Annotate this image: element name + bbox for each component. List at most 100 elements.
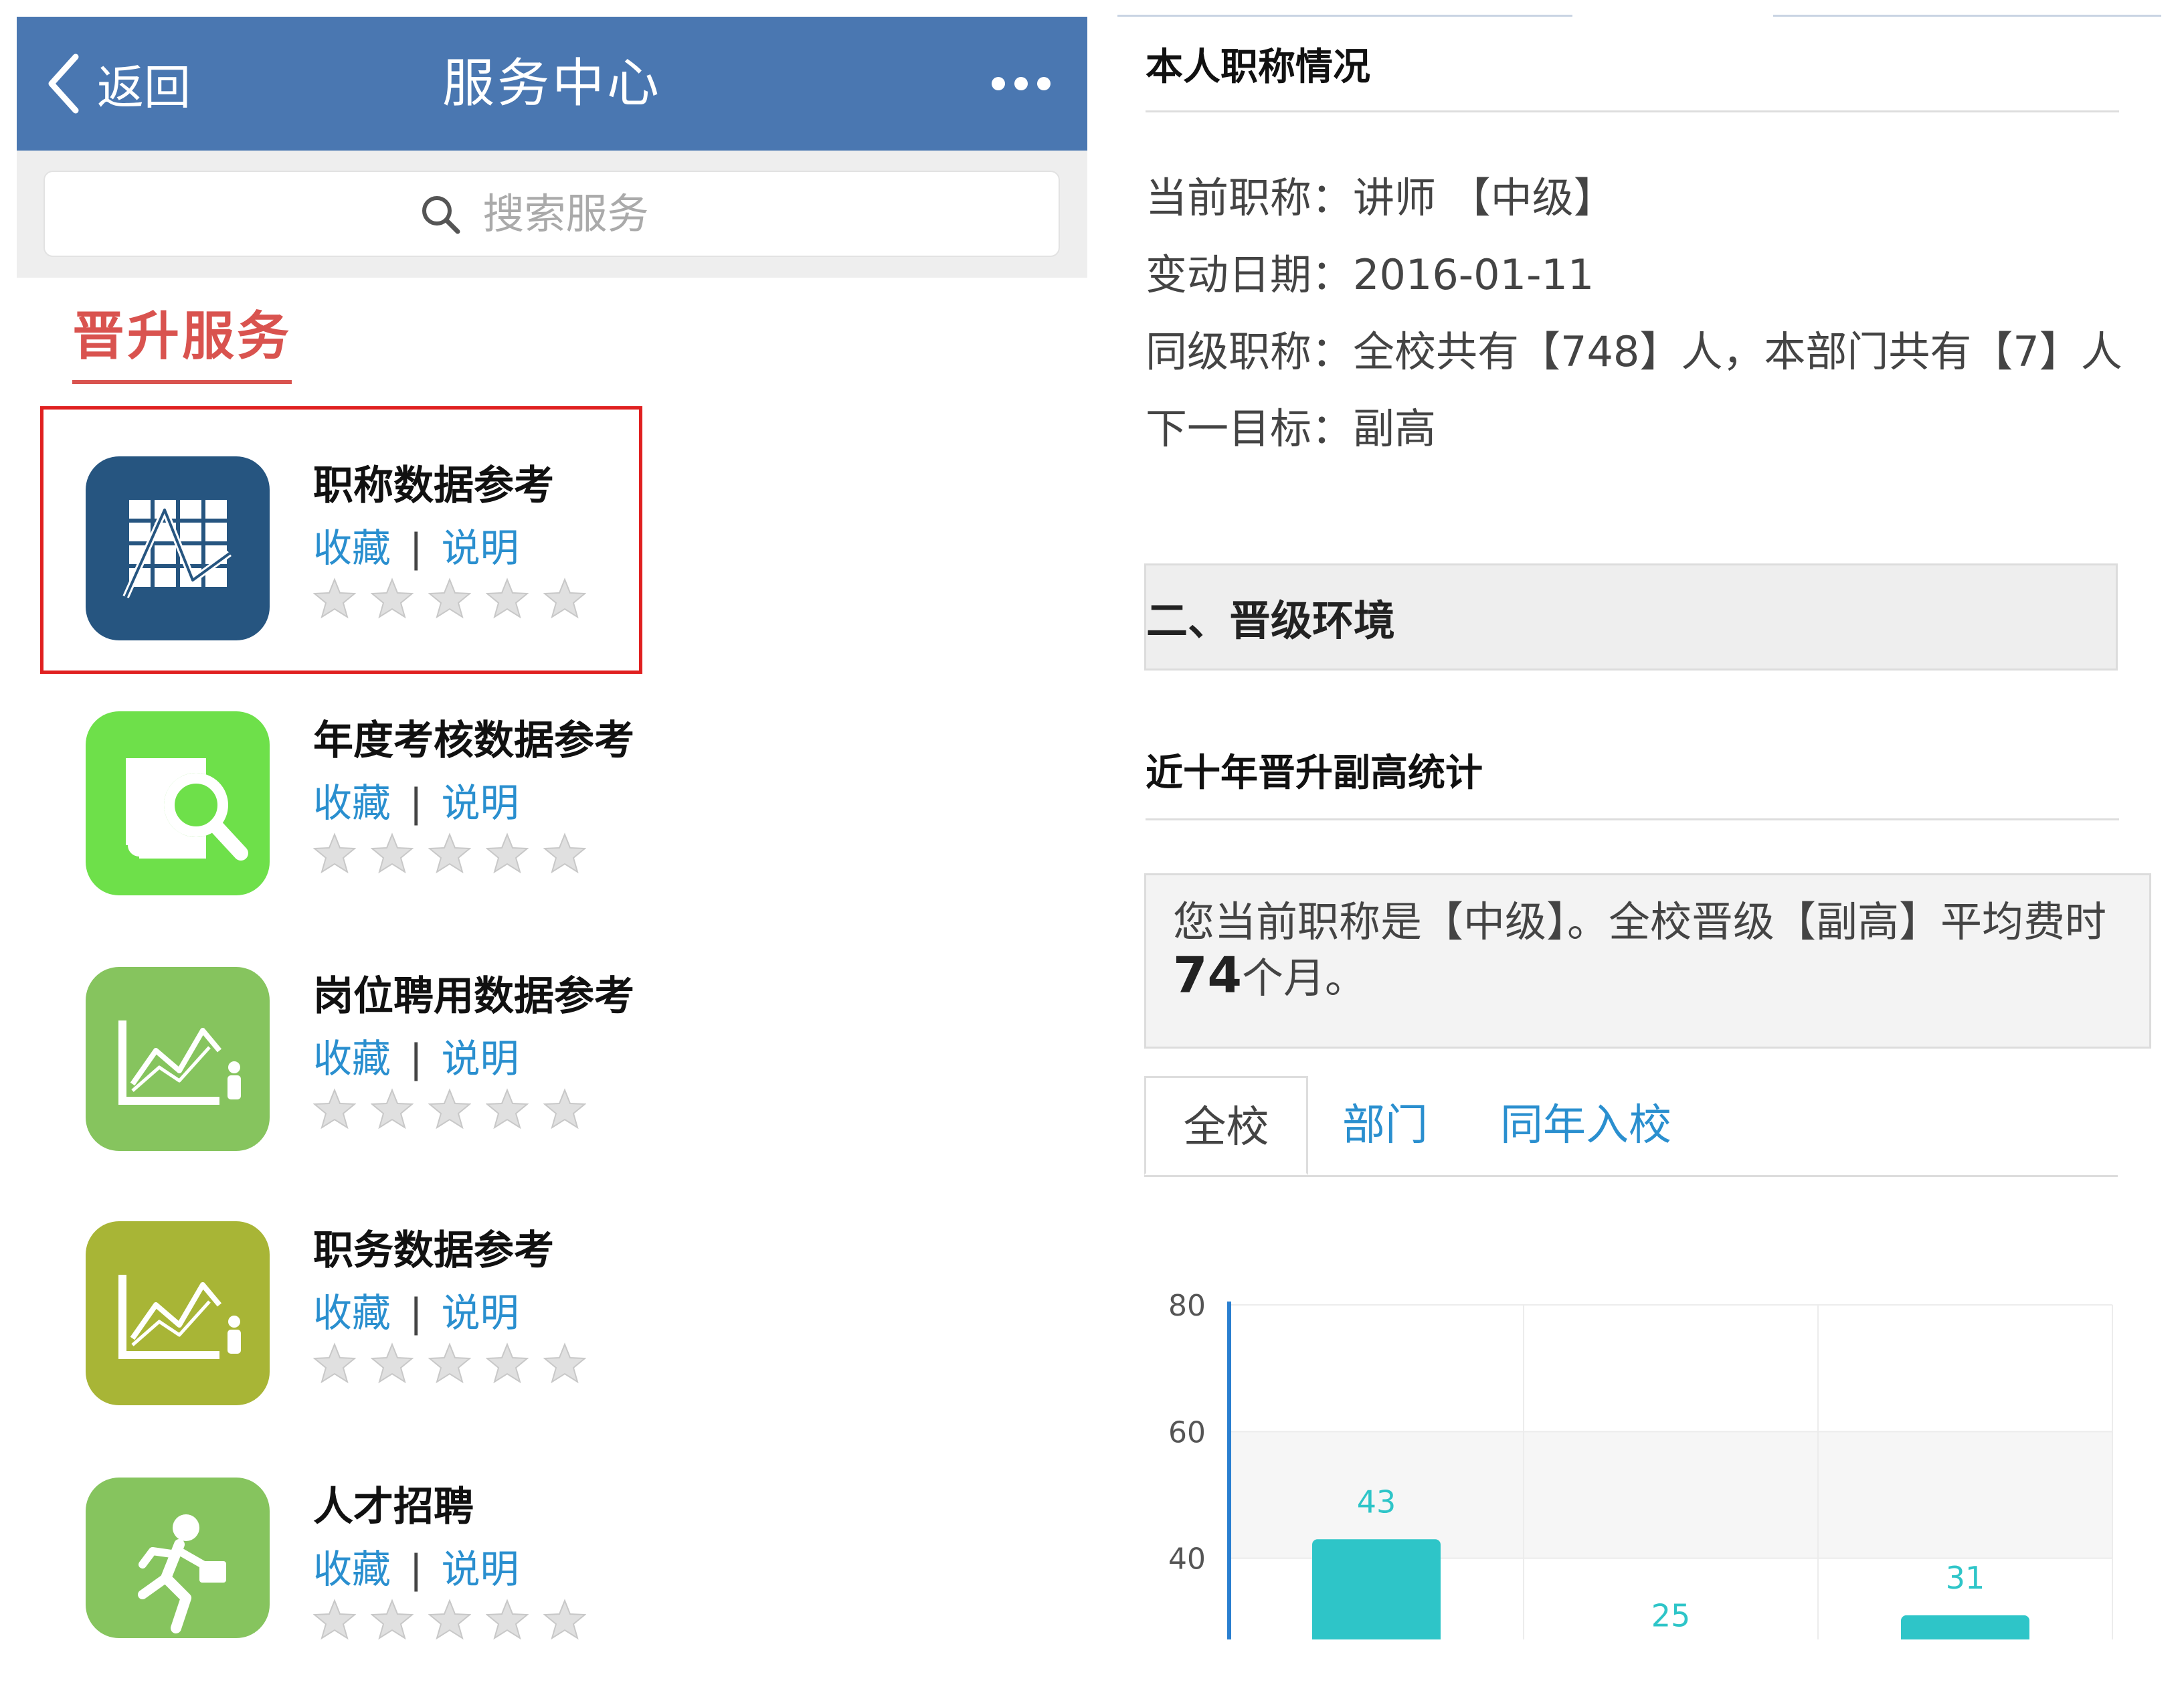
same-level-row: 同级职称：全校共有【748】人，本部门共有【7】人 <box>1146 318 2122 378</box>
line-chart-person-icon[interactable] <box>86 967 270 1151</box>
current-title-label: 当前职称： <box>1146 173 1354 222</box>
link-separator: | <box>410 1036 423 1081</box>
current-title-row: 当前职称：讲师 【中级】 <box>1146 164 1615 224</box>
collect-link[interactable]: 收藏 <box>313 525 391 571</box>
nav-bar: 返回 服务中心 <box>17 17 1087 151</box>
star-icon[interactable] <box>543 577 587 622</box>
search-box[interactable] <box>43 171 1060 257</box>
star-icon[interactable] <box>485 1087 529 1133</box>
rating-stars[interactable] <box>312 577 587 622</box>
service-links: 收藏 | 说明 <box>313 1027 519 1083</box>
section-header-env: 二、晋级环境 <box>1144 563 2118 671</box>
service-item-annual-review[interactable]: 年度考核数据参考 收藏 | 说明 <box>40 661 642 929</box>
star-icon[interactable] <box>428 1087 472 1133</box>
explain-link[interactable]: 说明 <box>442 1290 519 1336</box>
link-separator: | <box>410 525 423 571</box>
star-icon[interactable] <box>485 1598 529 1643</box>
next-target-value: 副高 <box>1353 404 1437 453</box>
divider <box>1146 110 2119 112</box>
star-icon[interactable] <box>543 1087 587 1133</box>
service-name[interactable]: 岗位聘用数据参考 <box>313 964 634 1022</box>
star-icon[interactable] <box>370 832 414 877</box>
star-icon[interactable] <box>485 577 529 622</box>
same-level-label: 同级职称： <box>1146 327 1354 376</box>
star-icon[interactable] <box>312 832 357 877</box>
tab-school[interactable]: 全校 <box>1144 1076 1308 1175</box>
notice-text: 您当前职称是【中级】。全校晋级【副高】平均费时 <box>1173 897 2107 946</box>
explain-link[interactable]: 说明 <box>442 525 519 571</box>
rating-stars[interactable] <box>312 1342 587 1387</box>
notice-months: 74 <box>1173 947 1242 1004</box>
left-panel: 返回 服务中心 晋升服务 职称数据参考 <box>0 0 1097 1640</box>
service-links: 收藏 | 说明 <box>313 1538 519 1594</box>
collect-link[interactable]: 收藏 <box>313 780 391 826</box>
data-label: 43 <box>1357 1484 1396 1520</box>
stats-title: 近十年晋升副高统计 <box>1146 751 1483 795</box>
star-icon[interactable] <box>543 832 587 877</box>
service-item-post-hiring[interactable]: 岗位聘用数据参考 收藏 | 说明 <box>40 917 642 1184</box>
change-date-label: 变动日期： <box>1146 250 1354 299</box>
data-label: 31 <box>1946 1560 1985 1596</box>
search-input[interactable] <box>481 189 685 239</box>
star-icon[interactable] <box>428 1598 472 1643</box>
y-tick-label: 80 <box>1168 1289 1206 1323</box>
search-icon <box>422 195 460 234</box>
star-icon[interactable] <box>312 1598 357 1643</box>
star-icon[interactable] <box>370 1342 414 1387</box>
running-person-icon[interactable] <box>86 1478 270 1638</box>
rating-stars[interactable] <box>312 1598 587 1643</box>
collect-link[interactable]: 收藏 <box>313 1546 391 1592</box>
bar <box>1901 1615 2029 1639</box>
explain-link[interactable]: 说明 <box>442 780 519 826</box>
star-icon[interactable] <box>428 832 472 877</box>
current-title-value: 讲师 【中级】 <box>1353 173 1615 222</box>
star-icon[interactable] <box>370 1087 414 1133</box>
rating-stars[interactable] <box>312 832 587 877</box>
change-date-value: 2016-01-11 <box>1353 250 1595 299</box>
tab-department[interactable]: 部门 <box>1338 1076 1432 1175</box>
link-separator: | <box>410 780 423 826</box>
next-target-row: 下一目标：副高 <box>1146 395 1436 455</box>
bar-chart: 80604020432531 <box>1168 1289 2113 1639</box>
service-name[interactable]: 职务数据参考 <box>313 1218 554 1276</box>
explain-link[interactable]: 说明 <box>442 1546 519 1592</box>
book-search-icon[interactable] <box>86 711 270 895</box>
divider <box>1146 818 2119 820</box>
grid-chart-icon[interactable] <box>86 456 270 640</box>
star-icon[interactable] <box>485 1342 529 1387</box>
service-name[interactable]: 年度考核数据参考 <box>313 708 634 766</box>
service-name[interactable]: 人才招聘 <box>313 1474 474 1532</box>
star-icon[interactable] <box>543 1342 587 1387</box>
service-item-recruitment[interactable]: 人才招聘 收藏 | 说明 <box>40 1427 642 1695</box>
y-tick-label: 40 <box>1168 1542 1206 1577</box>
rating-stars[interactable] <box>312 1087 587 1133</box>
collect-link[interactable]: 收藏 <box>313 1036 391 1081</box>
star-icon[interactable] <box>428 577 472 622</box>
star-icon[interactable] <box>312 1087 357 1133</box>
star-icon[interactable] <box>312 1342 357 1387</box>
star-icon[interactable] <box>370 577 414 622</box>
tab-same-year[interactable]: 同年入校 <box>1492 1076 1679 1175</box>
y-tick-label: 60 <box>1168 1415 1206 1449</box>
star-icon[interactable] <box>543 1598 587 1643</box>
more-icon[interactable] <box>992 43 1051 124</box>
star-icon[interactable] <box>370 1598 414 1643</box>
same-level-value: 全校共有【748】人，本部门共有【7】人 <box>1353 327 2122 376</box>
service-item-title-data[interactable]: 职称数据参考 收藏 | 说明 <box>40 406 642 674</box>
section-title: 晋升服务 <box>72 294 292 384</box>
page-title: 服务中心 <box>442 54 662 114</box>
bar <box>1312 1539 1441 1639</box>
service-item-duty-data[interactable]: 职务数据参考 收藏 | 说明 <box>40 1171 642 1439</box>
notice-box: 您当前职称是【中级】。全校晋级【副高】平均费时74个月。 <box>1144 873 2151 1049</box>
data-label: 25 <box>1651 1598 1691 1634</box>
star-icon[interactable] <box>485 832 529 877</box>
next-target-label: 下一目标： <box>1146 404 1354 453</box>
line-chart-person-icon[interactable] <box>86 1221 270 1405</box>
star-icon[interactable] <box>312 577 357 622</box>
service-name[interactable]: 职称数据参考 <box>313 453 554 511</box>
explain-link[interactable]: 说明 <box>442 1036 519 1081</box>
service-links: 收藏 | 说明 <box>313 517 519 573</box>
collect-link[interactable]: 收藏 <box>313 1290 391 1336</box>
star-icon[interactable] <box>428 1342 472 1387</box>
notice-text-end: 个月。 <box>1241 954 1366 1002</box>
